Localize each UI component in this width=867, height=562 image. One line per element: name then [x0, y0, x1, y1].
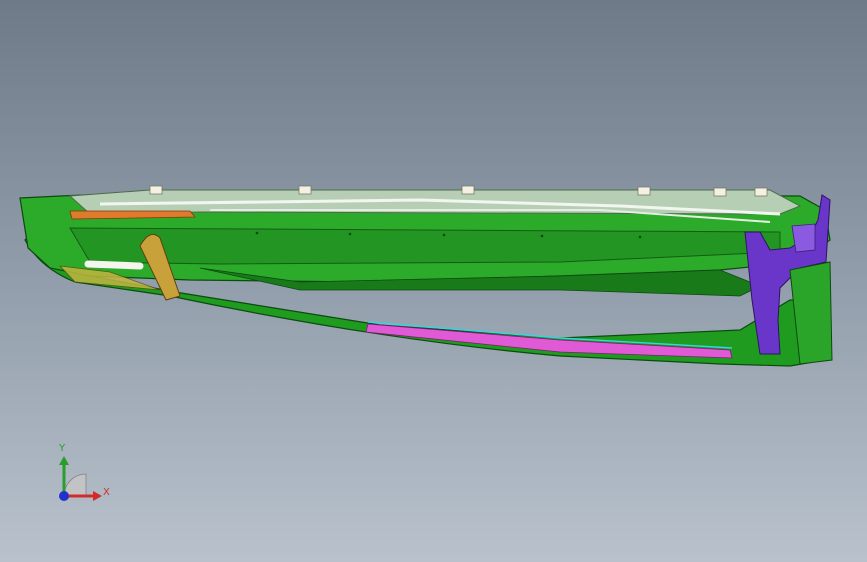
- y-arrow-icon: [59, 456, 69, 465]
- hole: [540, 234, 544, 238]
- x-arrow-icon: [93, 491, 102, 501]
- white-pipe: [84, 260, 144, 270]
- z-axis-dot: [59, 491, 69, 501]
- clip: [461, 185, 475, 195]
- clip: [149, 185, 163, 195]
- clip: [754, 187, 768, 197]
- cad-viewport[interactable]: Y X: [0, 0, 867, 562]
- hole: [255, 231, 259, 235]
- purple-bracket-inner: [791, 223, 816, 253]
- hole: [442, 233, 446, 237]
- y-axis-label: Y: [59, 443, 66, 454]
- hole: [348, 232, 352, 236]
- x-axis-label: X: [103, 487, 110, 498]
- clip: [637, 186, 651, 196]
- cad-assembly-model[interactable]: [0, 0, 867, 562]
- clip: [298, 185, 312, 195]
- hole: [638, 235, 642, 239]
- clip: [713, 187, 727, 197]
